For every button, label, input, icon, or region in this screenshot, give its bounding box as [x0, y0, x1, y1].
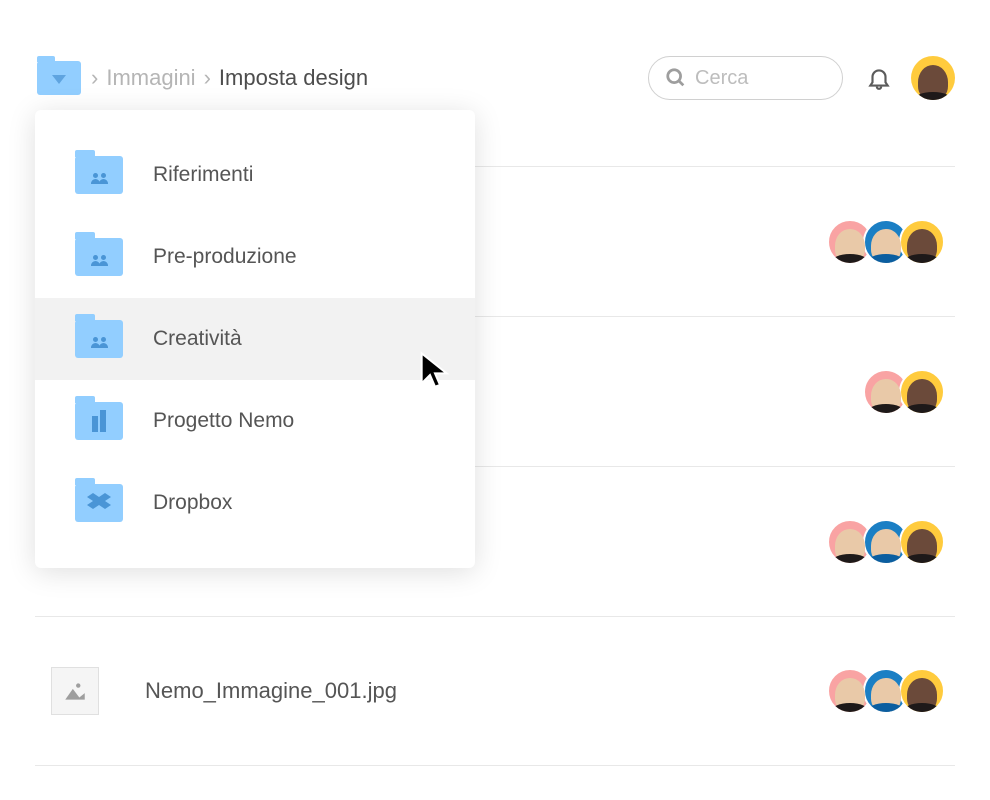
dropdown-item-label: Pre-produzione [153, 245, 297, 269]
shared-folder-icon [75, 156, 123, 194]
dropdown-item-label: Creatività [153, 327, 242, 351]
avatar-image [918, 65, 949, 100]
chevron-down-icon [52, 75, 66, 84]
breadcrumb-current: Imposta design [219, 65, 368, 91]
bell-icon [866, 65, 892, 91]
folder-dropdown-menu: Riferimenti Pre-produzione Creatività Pr… [35, 110, 475, 568]
building-folder-icon [75, 402, 123, 440]
dropdown-item-label: Dropbox [153, 491, 232, 515]
file-row[interactable]: Nemo_Immagine_001.jpg [35, 616, 955, 766]
dropdown-item-progetto-nemo[interactable]: Progetto Nemo [35, 380, 475, 462]
image-file-icon [51, 667, 99, 715]
member-avatar[interactable] [899, 519, 945, 565]
breadcrumb-separator: › [91, 65, 98, 91]
member-avatar[interactable] [899, 219, 945, 265]
search-box[interactable] [648, 56, 843, 100]
dropdown-item-label: Riferimenti [153, 163, 253, 187]
search-input[interactable] [695, 67, 826, 90]
shared-folder-icon [75, 238, 123, 276]
shared-folder-icon [75, 320, 123, 358]
member-avatars [837, 519, 945, 565]
member-avatars [837, 668, 945, 714]
notifications-button[interactable] [863, 62, 895, 94]
dropdown-item-dropbox[interactable]: Dropbox [35, 462, 475, 544]
member-avatars [873, 369, 945, 415]
dropdown-item-label: Progetto Nemo [153, 409, 294, 433]
member-avatar[interactable] [899, 668, 945, 714]
breadcrumb-item[interactable]: Immagini [106, 65, 195, 91]
dropdown-item-creativita[interactable]: Creatività [35, 298, 475, 380]
folder-dropdown-trigger[interactable] [35, 58, 83, 98]
folder-icon [37, 61, 81, 95]
user-avatar[interactable] [911, 56, 955, 100]
dropbox-folder-icon [75, 484, 123, 522]
file-name: Nemo_Immagine_001.jpg [145, 678, 397, 704]
breadcrumb-separator: › [204, 65, 211, 91]
member-avatar[interactable] [899, 369, 945, 415]
search-icon [665, 67, 687, 89]
member-avatars [837, 219, 945, 265]
dropdown-item-riferimenti[interactable]: Riferimenti [35, 134, 475, 216]
breadcrumb: › Immagini › Imposta design [35, 58, 368, 98]
topbar: › Immagini › Imposta design [35, 50, 955, 106]
dropdown-item-pre-produzione[interactable]: Pre-produzione [35, 216, 475, 298]
